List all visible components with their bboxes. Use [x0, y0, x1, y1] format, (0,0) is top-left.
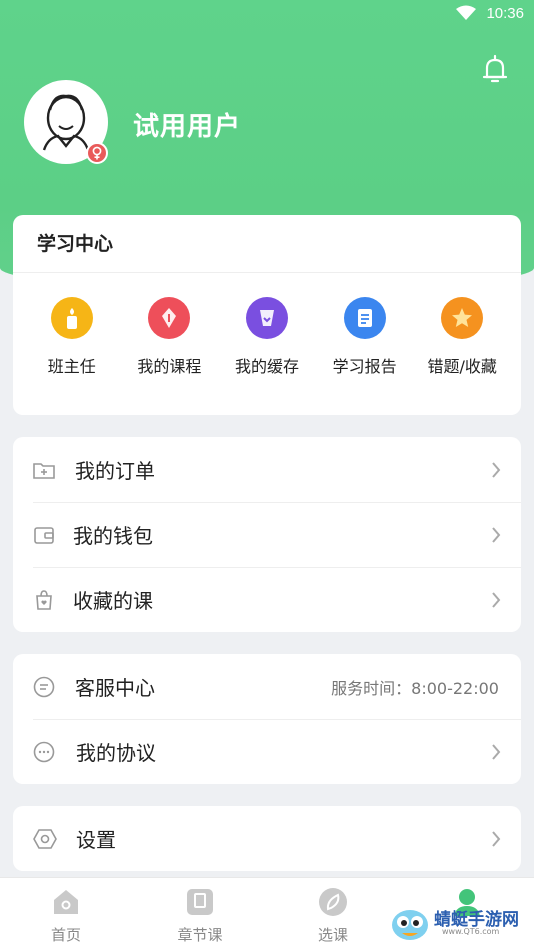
- course-icon: [148, 297, 191, 339]
- menu-row-agreement[interactable]: 我的协议: [13, 719, 521, 784]
- menu-row-favorite-courses[interactable]: 收藏的课: [13, 567, 521, 632]
- menu-row-label: 我的协议: [76, 741, 156, 765]
- service-icon: [33, 676, 55, 698]
- menu-group-settings: 设置: [13, 806, 521, 871]
- dragonfly-logo-icon: [392, 910, 428, 940]
- tab-select-course[interactable]: 选课: [293, 886, 373, 945]
- order-icon: [33, 459, 55, 481]
- tab-label: 首页: [50, 926, 81, 944]
- study-center-card: 学习中心 班主任 我的课程 我的缓存 学习报告 错题/收藏: [13, 215, 521, 415]
- report-icon: [343, 297, 386, 339]
- cache-icon: [245, 297, 288, 339]
- study-item-my-cache[interactable]: 我的缓存: [221, 297, 313, 377]
- study-item-study-report[interactable]: 学习报告: [319, 297, 411, 377]
- bell-icon[interactable]: [480, 54, 510, 86]
- tab-label: 选课: [317, 926, 348, 944]
- watermark-url: www.QT6.com: [442, 927, 500, 936]
- wallet-icon: [33, 524, 55, 546]
- compass-icon: [317, 886, 349, 918]
- status-bar: 10:36: [0, 0, 534, 28]
- favorite-bag-icon: [33, 589, 55, 611]
- chevron-right-icon: [491, 591, 501, 609]
- menu-row-label: 收藏的课: [73, 589, 153, 613]
- candle-icon: [50, 297, 93, 339]
- wifi-icon: [456, 5, 476, 25]
- status-time: 10:36: [486, 5, 524, 22]
- tab-home[interactable]: 首页: [26, 886, 106, 945]
- study-item-label: 我的课程: [137, 357, 202, 376]
- study-item-head-teacher[interactable]: 班主任: [26, 297, 118, 377]
- study-item-label: 我的缓存: [234, 357, 299, 376]
- chevron-right-icon: [491, 526, 501, 544]
- study-center-title: 学习中心: [13, 215, 521, 273]
- menu-row-label: 我的订单: [75, 459, 155, 483]
- agreement-icon: [33, 741, 55, 763]
- menu-row-wallet[interactable]: 我的钱包: [13, 502, 521, 567]
- settings-icon: [33, 828, 57, 850]
- star-icon: [441, 297, 484, 339]
- chevron-right-icon: [491, 461, 501, 479]
- study-item-label: 学习报告: [332, 357, 397, 376]
- study-item-mistakes-favorites[interactable]: 错题/收藏: [416, 297, 508, 377]
- home-icon: [50, 886, 82, 918]
- menu-row-customer-service[interactable]: 客服中心 服务时间：8:00-22:00: [13, 654, 521, 719]
- study-item-my-courses[interactable]: 我的课程: [123, 297, 215, 377]
- menu-row-settings[interactable]: 设置: [13, 806, 521, 871]
- menu-row-orders[interactable]: 我的订单: [13, 437, 521, 502]
- chevron-right-icon: [491, 743, 501, 761]
- watermark-logo: 蜻蜓手游网 www.QT6.com: [388, 903, 528, 943]
- service-hours: 服务时间：8:00-22:00: [331, 678, 499, 698]
- chevron-right-icon: [491, 830, 501, 848]
- tab-label: 章节课: [177, 926, 223, 944]
- tab-chapter[interactable]: 章节课: [160, 886, 240, 945]
- female-icon: [86, 142, 108, 164]
- menu-group-service: 客服中心 服务时间：8:00-22:00 我的协议: [13, 654, 521, 784]
- username[interactable]: 试用用户: [133, 106, 241, 143]
- menu-group-orders: 我的订单 我的钱包 收藏的课: [13, 437, 521, 632]
- study-item-label: 班主任: [47, 357, 96, 376]
- chapter-icon: [184, 886, 216, 918]
- menu-row-label: 设置: [76, 828, 116, 852]
- menu-row-label: 客服中心: [75, 676, 155, 700]
- study-item-label: 错题/收藏: [427, 357, 497, 376]
- menu-row-label: 我的钱包: [73, 524, 153, 548]
